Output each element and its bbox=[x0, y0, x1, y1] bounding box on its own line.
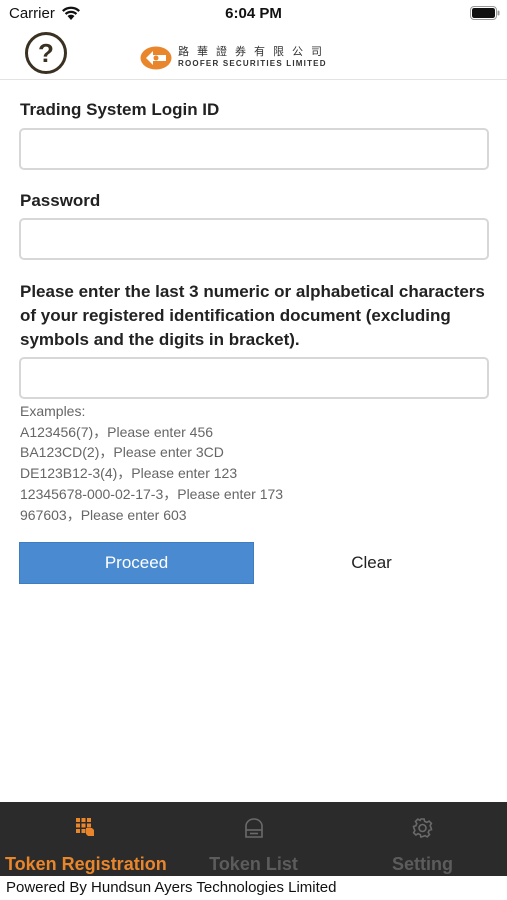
footer: Powered By Hundsun Ayers Technologies Li… bbox=[0, 876, 507, 900]
proceed-button[interactable]: Proceed bbox=[19, 542, 254, 584]
token-list-icon bbox=[245, 818, 263, 838]
logo-mark-icon bbox=[140, 46, 172, 70]
tab-bar: Token Registration Token List Setting bbox=[0, 802, 507, 876]
tab-setting[interactable]: Setting bbox=[338, 802, 507, 876]
example-item: 967603，Please enter 603 bbox=[20, 506, 187, 523]
token-registration-icon bbox=[76, 818, 94, 836]
gear-icon bbox=[412, 818, 433, 838]
logo-chinese-name: 路華證券有限公司 bbox=[178, 46, 330, 58]
clear-button[interactable]: Clear bbox=[254, 542, 489, 584]
example-item: BA123CD(2)，Please enter 3CD bbox=[20, 444, 224, 461]
password-input[interactable] bbox=[19, 218, 489, 260]
app-header: ? 路華證券有限公司 ROOFER SECURITIES LIMITED bbox=[0, 28, 507, 80]
example-item: A123456(7)，Please enter 456 bbox=[20, 423, 214, 440]
help-icon: ? bbox=[38, 38, 54, 68]
company-logo: 路華證券有限公司 ROOFER SECURITIES LIMITED bbox=[140, 46, 370, 72]
tab-token-list[interactable]: Token List bbox=[169, 802, 338, 876]
id-document-input[interactable] bbox=[19, 357, 489, 399]
examples-block: Examples: A123456(7)，Please enter 456 BA… bbox=[20, 401, 490, 525]
example-item: 12345678-000-02-17-3，Please enter 173 bbox=[20, 485, 284, 502]
tab-label: Token List bbox=[209, 854, 298, 874]
example-item: DE123B12-3(4)，Please enter 123 bbox=[20, 465, 238, 482]
id-document-instruction: Please enter the last 3 numeric or alpha… bbox=[20, 282, 485, 349]
status-bar: Carrier 6:04 PM bbox=[0, 0, 507, 28]
battery-icon bbox=[470, 6, 500, 20]
login-id-input[interactable] bbox=[19, 128, 489, 170]
logo-english-name: ROOFER SECURITIES LIMITED bbox=[178, 59, 327, 68]
tab-token-registration[interactable]: Token Registration bbox=[0, 802, 169, 876]
tab-label: Setting bbox=[392, 854, 453, 874]
clock: 6:04 PM bbox=[225, 5, 282, 22]
login-id-label: Trading System Login ID bbox=[20, 100, 220, 119]
examples-title: Examples: bbox=[20, 403, 86, 419]
powered-by-text: Powered By Hundsun Ayers Technologies Li… bbox=[6, 879, 337, 896]
help-button[interactable]: ? bbox=[25, 32, 67, 74]
password-label: Password bbox=[20, 191, 101, 210]
